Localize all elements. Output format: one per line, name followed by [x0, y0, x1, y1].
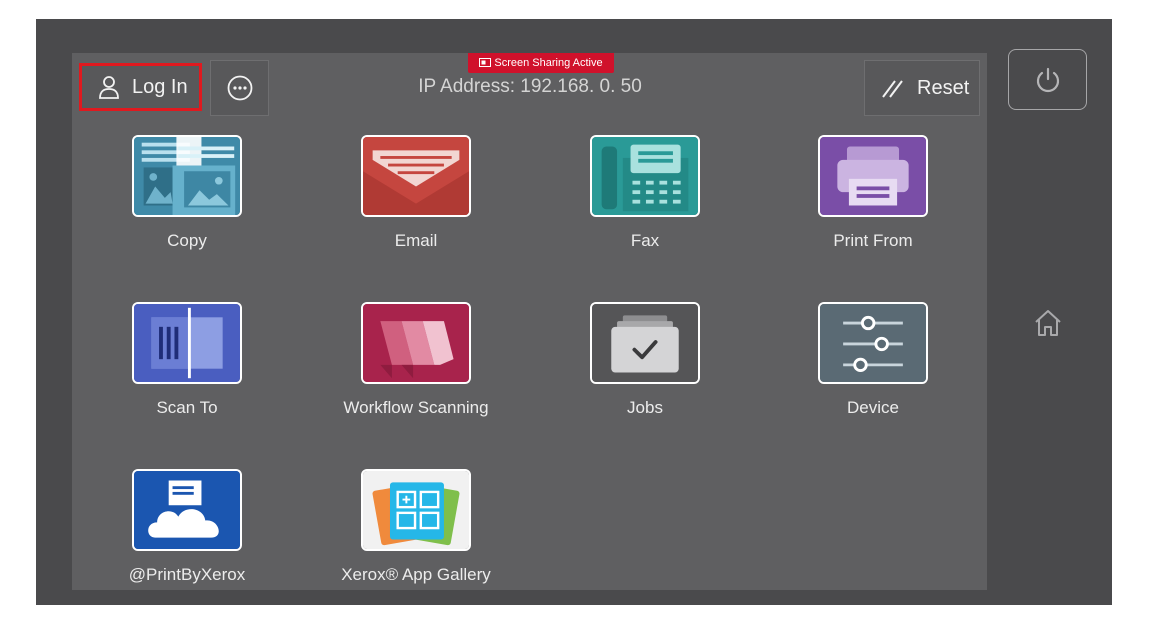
copy-icon [132, 135, 242, 217]
app-email-label: Email [394, 231, 438, 250]
app-print-from-label: Print From [833, 231, 913, 250]
jobs-icon [590, 302, 700, 384]
app-copy[interactable]: Copy [87, 135, 287, 251]
app-workflow-scanning-label: Workflow Scanning [343, 398, 489, 417]
more-options-button[interactable] [210, 60, 269, 116]
app-gallery-icon [361, 469, 471, 551]
screen-sharing-badge: Screen Sharing Active [468, 53, 614, 73]
app-email[interactable]: Email [316, 135, 516, 251]
reset-icon [881, 77, 905, 99]
app-print-from[interactable]: Print From [773, 135, 973, 251]
app-device[interactable]: Device [773, 302, 973, 418]
workflow-icon [361, 302, 471, 384]
ellipsis-icon [227, 75, 252, 101]
app-gallery[interactable]: Xerox® App Gallery [316, 469, 516, 585]
app-workflow-scanning[interactable]: Workflow Scanning [316, 302, 516, 418]
app-scan-to-label: Scan To [156, 398, 218, 417]
app-fax[interactable]: Fax [545, 135, 745, 251]
power-button[interactable] [1008, 49, 1087, 110]
fax-icon [590, 135, 700, 217]
power-icon [1036, 67, 1059, 92]
print-icon [818, 135, 928, 217]
app-fax-label: Fax [630, 231, 660, 250]
screen-sharing-text: Screen Sharing Active [494, 57, 603, 69]
app-jobs[interactable]: Jobs [545, 302, 745, 418]
login-label: Log In [132, 75, 188, 98]
cloud-print-icon [132, 469, 242, 551]
login-button[interactable]: Log In [79, 63, 202, 111]
reset-button[interactable]: Reset [864, 60, 980, 116]
screen-share-icon [479, 58, 492, 67]
app-printbyxerox[interactable]: @PrintByXerox [87, 469, 287, 585]
app-gallery-label: Xerox® App Gallery [341, 565, 491, 584]
app-printbyxerox-label: @PrintByXerox [128, 565, 246, 584]
reset-label: Reset [917, 76, 970, 99]
home-button[interactable] [1012, 297, 1084, 349]
app-device-label: Device [847, 398, 899, 417]
email-icon [361, 135, 471, 217]
app-scan-to[interactable]: Scan To [87, 302, 287, 418]
scan-icon [132, 302, 242, 384]
app-jobs-label: Jobs [627, 398, 663, 417]
app-copy-label: Copy [167, 231, 207, 250]
user-icon [98, 75, 120, 99]
ip-address: IP Address: 192.168. 0. 50 [418, 76, 642, 97]
device-icon [818, 302, 928, 384]
home-icon [1035, 310, 1061, 336]
